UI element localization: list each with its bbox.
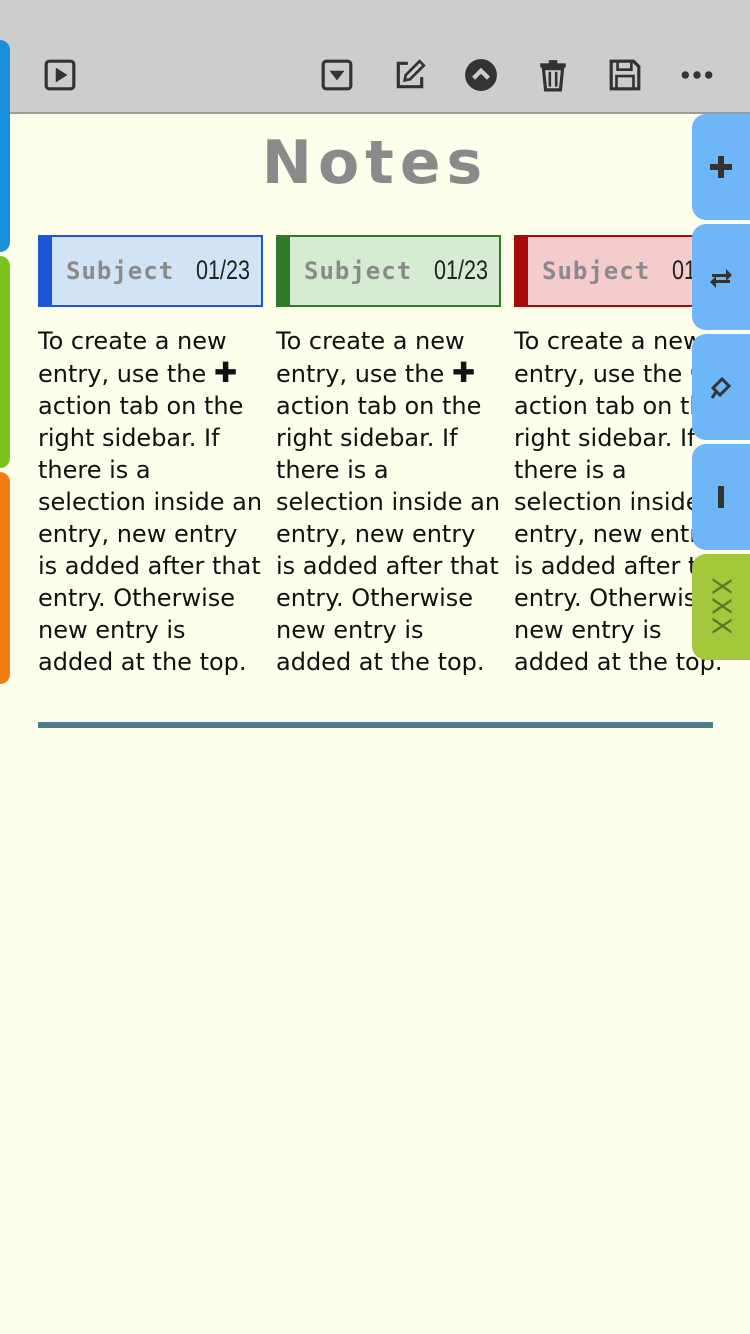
add-entry-tab[interactable] bbox=[692, 114, 750, 220]
plus-icon: ✚ bbox=[213, 356, 238, 389]
page-title: Notes bbox=[261, 128, 489, 198]
entry[interactable]: Subject 01/23 6: To create a new entry, … bbox=[276, 235, 501, 678]
entry-subject[interactable]: Subject bbox=[542, 257, 650, 285]
save-button[interactable] bbox=[605, 55, 645, 95]
entry-accent-bar bbox=[40, 237, 52, 305]
brush-tab[interactable] bbox=[692, 334, 750, 440]
entry-text-rest: action tab on the right sidebar. If ther… bbox=[38, 392, 263, 676]
left-tab-orange[interactable] bbox=[0, 472, 10, 684]
edit-icon bbox=[396, 59, 426, 89]
entry-text: To create a new entry, use the bbox=[276, 327, 465, 388]
entry-date: 01/23 bbox=[434, 255, 489, 285]
brush-icon bbox=[710, 376, 732, 399]
dropdown-icon bbox=[321, 59, 353, 91]
trash-icon bbox=[540, 60, 566, 92]
entry-header[interactable]: Subject 01/23 6: bbox=[38, 235, 263, 307]
entry-accent-bar bbox=[516, 237, 528, 305]
up-button[interactable] bbox=[461, 55, 501, 95]
swap-icon bbox=[710, 269, 732, 288]
minus-tab[interactable] bbox=[692, 444, 750, 550]
left-tab-green[interactable] bbox=[0, 256, 10, 468]
xxx-tab[interactable]: XXX bbox=[692, 554, 750, 660]
section-divider bbox=[38, 722, 713, 728]
entry-body[interactable]: To create a new entry, use the ✚ action … bbox=[276, 325, 501, 678]
entry-accent-bar bbox=[278, 237, 290, 305]
up-icon bbox=[465, 59, 497, 91]
entry-time: 6: bbox=[500, 255, 501, 286]
entry-subject[interactable]: Subject bbox=[66, 257, 174, 285]
edit-button[interactable] bbox=[390, 55, 430, 95]
entry-text-rest: action tab on the right sidebar. If ther… bbox=[276, 392, 501, 676]
swap-tab[interactable] bbox=[692, 224, 750, 330]
entry-header[interactable]: Subject 01/23 6: bbox=[276, 235, 501, 307]
entry-text: To create a new entry, use the bbox=[38, 327, 227, 388]
play-icon bbox=[44, 59, 76, 91]
plus-icon: ✚ bbox=[451, 356, 476, 389]
delete-button[interactable] bbox=[533, 55, 573, 95]
entry[interactable]: Subject 01/23 6: To create a new entry, … bbox=[38, 235, 263, 678]
dropdown-button[interactable] bbox=[317, 55, 357, 95]
entry-text: To create a new entry, use the bbox=[514, 327, 703, 388]
minus-icon bbox=[718, 486, 724, 508]
save-icon bbox=[609, 59, 641, 91]
entry-body[interactable]: To create a new entry, use the ✚ action … bbox=[38, 325, 263, 678]
entry-date: 01/23 bbox=[196, 255, 251, 285]
plus-icon bbox=[710, 156, 732, 178]
more-button[interactable] bbox=[677, 55, 717, 95]
xxx-label: XXX bbox=[706, 577, 736, 637]
more-icon bbox=[681, 71, 713, 79]
top-toolbar bbox=[0, 0, 750, 114]
play-button[interactable] bbox=[40, 55, 80, 95]
entry-time: 6: bbox=[262, 255, 263, 286]
entry-subject[interactable]: Subject bbox=[304, 257, 412, 285]
